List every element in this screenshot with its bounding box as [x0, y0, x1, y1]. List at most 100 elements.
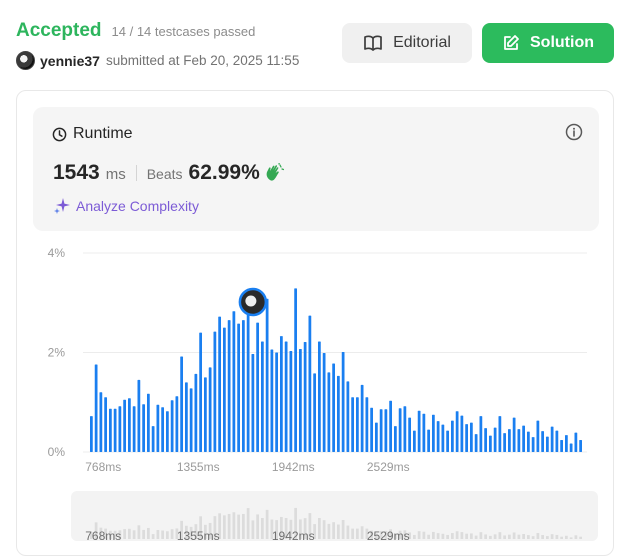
runtime-bar[interactable] — [189, 388, 193, 452]
runtime-bar[interactable] — [127, 398, 131, 452]
runtime-bar[interactable] — [161, 407, 165, 452]
runtime-bar[interactable] — [355, 397, 359, 452]
runtime-bar[interactable] — [374, 422, 378, 452]
username-link[interactable]: yennie37 — [40, 53, 100, 69]
runtime-bar[interactable] — [222, 327, 226, 452]
runtime-bar[interactable] — [398, 408, 402, 452]
runtime-bar[interactable] — [422, 413, 426, 452]
runtime-bar[interactable] — [104, 397, 108, 452]
runtime-bar[interactable] — [251, 353, 255, 452]
runtime-bar[interactable] — [279, 336, 283, 452]
runtime-bar[interactable] — [199, 332, 203, 452]
runtime-bar[interactable] — [232, 311, 236, 452]
runtime-bar[interactable] — [194, 373, 198, 452]
runtime-bar[interactable] — [180, 356, 184, 452]
runtime-bar[interactable] — [384, 409, 388, 452]
editorial-button[interactable]: Editorial — [342, 23, 472, 63]
runtime-bar[interactable] — [218, 316, 222, 452]
runtime-bar[interactable] — [332, 363, 336, 452]
runtime-bar[interactable] — [574, 432, 578, 452]
runtime-bar[interactable] — [479, 416, 483, 452]
runtime-bar[interactable] — [156, 404, 160, 452]
runtime-bar[interactable] — [151, 426, 155, 452]
runtime-bar[interactable] — [241, 320, 245, 452]
runtime-bar[interactable] — [336, 375, 340, 452]
runtime-bar[interactable] — [389, 400, 393, 452]
avatar[interactable] — [16, 51, 35, 70]
runtime-bar[interactable] — [360, 384, 364, 452]
runtime-bar[interactable] — [417, 410, 421, 452]
runtime-bar[interactable] — [431, 414, 435, 452]
runtime-bar[interactable] — [450, 420, 454, 452]
solution-button[interactable]: Solution — [482, 23, 614, 63]
runtime-bar[interactable] — [408, 417, 412, 452]
runtime-bar[interactable] — [564, 435, 568, 452]
runtime-bar[interactable] — [541, 431, 545, 452]
runtime-bar[interactable] — [536, 420, 540, 452]
runtime-bar[interactable] — [237, 323, 241, 452]
runtime-bar[interactable] — [545, 436, 549, 452]
runtime-bar[interactable] — [317, 341, 321, 452]
runtime-bar[interactable] — [436, 421, 440, 452]
runtime-bar[interactable] — [137, 379, 141, 452]
runtime-bar[interactable] — [123, 399, 127, 452]
runtime-bar[interactable] — [170, 400, 174, 452]
runtime-bar[interactable] — [341, 352, 345, 452]
runtime-bar[interactable] — [503, 433, 507, 452]
runtime-bar[interactable] — [213, 331, 217, 452]
runtime-bar[interactable] — [555, 430, 559, 452]
runtime-bar[interactable] — [393, 426, 397, 452]
runtime-bar[interactable] — [579, 440, 583, 452]
runtime-bar[interactable] — [484, 428, 488, 452]
runtime-bar[interactable] — [498, 416, 502, 452]
runtime-bar[interactable] — [327, 372, 331, 452]
runtime-bar[interactable] — [284, 341, 288, 452]
runtime-bar[interactable] — [522, 425, 526, 452]
runtime-bar[interactable] — [346, 381, 350, 452]
runtime-bar[interactable] — [275, 352, 279, 453]
runtime-bar[interactable] — [569, 443, 573, 452]
runtime-bar[interactable] — [507, 429, 511, 452]
runtime-bar[interactable] — [370, 407, 374, 452]
runtime-bar[interactable] — [427, 429, 431, 452]
runtime-bar[interactable] — [517, 429, 521, 452]
runtime-bar[interactable] — [531, 437, 535, 452]
runtime-bar[interactable] — [94, 364, 98, 452]
runtime-bar[interactable] — [412, 430, 416, 452]
runtime-bar[interactable] — [298, 349, 302, 452]
runtime-bar[interactable] — [132, 406, 136, 452]
runtime-bar[interactable] — [322, 352, 326, 452]
runtime-bar[interactable] — [175, 396, 179, 452]
runtime-bar[interactable] — [270, 349, 274, 452]
runtime-bar[interactable] — [351, 397, 355, 452]
runtime-bar[interactable] — [512, 417, 516, 452]
runtime-bar[interactable] — [256, 322, 260, 452]
runtime-bar[interactable] — [265, 298, 269, 452]
runtime-bar[interactable] — [365, 397, 369, 452]
runtime-bar[interactable] — [493, 427, 497, 452]
runtime-bar[interactable] — [113, 408, 117, 452]
runtime-bar[interactable] — [203, 377, 207, 452]
runtime-bar[interactable] — [403, 406, 407, 452]
runtime-bar[interactable] — [108, 408, 112, 452]
runtime-bar[interactable] — [118, 406, 122, 452]
runtime-bar[interactable] — [469, 422, 473, 452]
runtime-bar[interactable] — [308, 315, 312, 452]
runtime-bar[interactable] — [208, 367, 212, 452]
runtime-bar[interactable] — [89, 416, 93, 452]
runtime-bar[interactable] — [460, 415, 464, 452]
runtime-bar[interactable] — [560, 440, 564, 452]
runtime-bar[interactable] — [465, 424, 469, 452]
runtime-bar[interactable] — [550, 426, 554, 452]
runtime-bar[interactable] — [146, 393, 150, 452]
runtime-bar[interactable] — [99, 392, 103, 452]
runtime-bar[interactable] — [260, 341, 264, 452]
runtime-bar[interactable] — [526, 431, 530, 452]
runtime-bar[interactable] — [441, 424, 445, 452]
runtime-bar[interactable] — [455, 411, 459, 452]
runtime-bar[interactable] — [165, 411, 169, 452]
runtime-bar[interactable] — [303, 342, 307, 452]
runtime-bar[interactable] — [294, 288, 298, 452]
runtime-bar[interactable] — [184, 382, 188, 452]
runtime-bar[interactable] — [446, 430, 450, 452]
